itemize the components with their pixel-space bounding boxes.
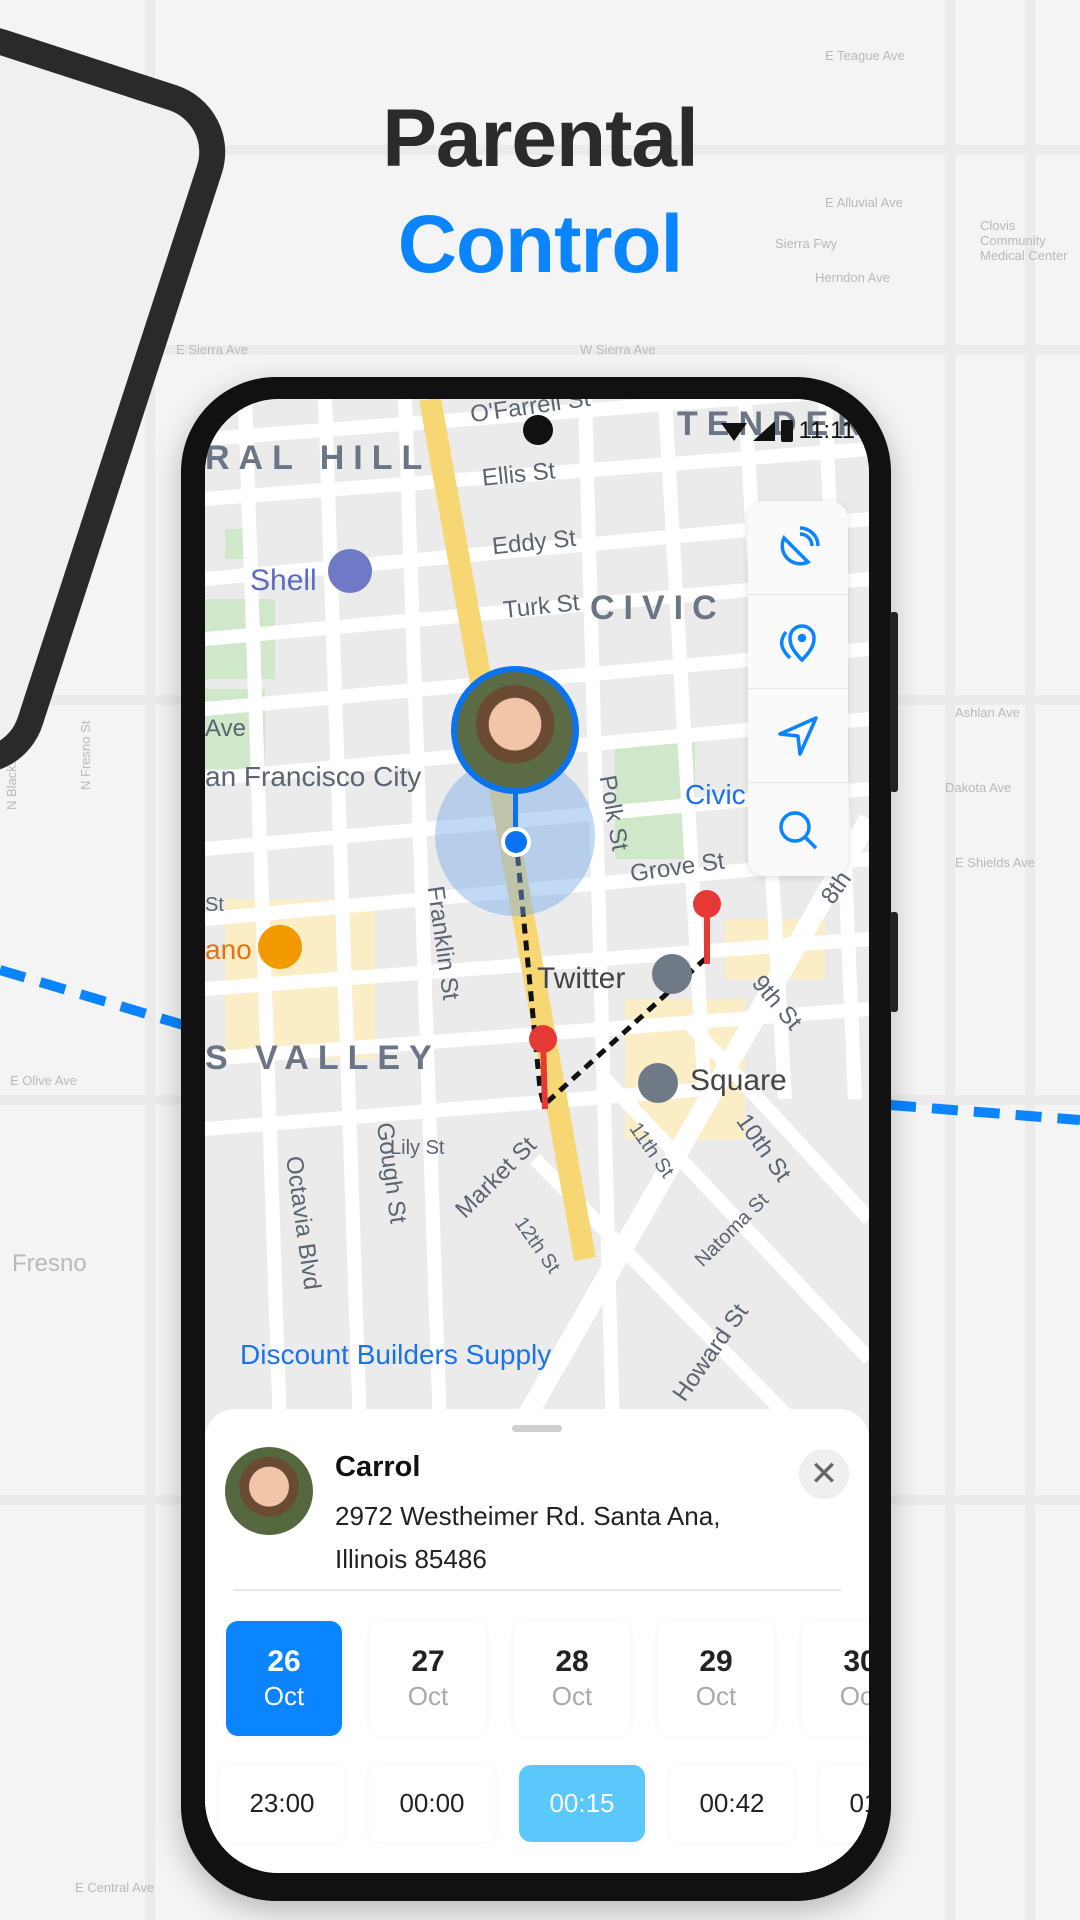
time-item[interactable]: 23:00 xyxy=(219,1765,345,1842)
bg-label: E Teague Ave xyxy=(825,48,905,63)
bg-label: N Fresno St xyxy=(78,720,93,790)
restaurant-marker-icon xyxy=(258,925,302,969)
date-month: Oct xyxy=(263,1681,305,1711)
child-address: 2972 Westheimer Rd. Santa Ana, Illinois … xyxy=(335,1501,721,1574)
place-label: St xyxy=(205,894,224,916)
date-day: 30 xyxy=(843,1645,869,1678)
date-month: Oct xyxy=(839,1681,869,1711)
time-item[interactable]: 00:15 xyxy=(519,1765,645,1842)
date-item[interactable]: 27 Oct xyxy=(370,1621,486,1736)
place-label: an Francisco City xyxy=(205,761,422,792)
wifi-icon xyxy=(720,423,747,441)
date-item[interactable]: 30Oct xyxy=(802,1621,869,1736)
bg-label: Fresno xyxy=(12,1250,87,1277)
phone-screen: RAL HILL CIVIC S VALLEY TENDER O'Farrell… xyxy=(205,399,869,1873)
date-month: Oct xyxy=(551,1681,593,1711)
close-button[interactable]: ✕ xyxy=(799,1449,849,1499)
volume-button xyxy=(890,612,898,792)
signal-icon xyxy=(752,421,775,441)
time-item[interactable]: 00:00 xyxy=(369,1765,495,1842)
status-bar: 11:11 xyxy=(720,417,856,445)
bg-label: E Olive Ave xyxy=(10,1073,77,1088)
date-item[interactable]: 26 Oct xyxy=(226,1621,342,1736)
date-day: 26 xyxy=(267,1645,301,1678)
place-label: Twitter xyxy=(537,962,626,995)
navigate-button[interactable] xyxy=(748,689,848,783)
search-button[interactable] xyxy=(748,783,848,876)
date-picker: 26Oct 27Oct 28Oct 29Oct 30Oct xyxy=(226,1621,869,1736)
drag-handle[interactable] xyxy=(512,1425,562,1432)
power-button xyxy=(890,912,898,1012)
date-item[interactable]: 28 Oct xyxy=(514,1621,630,1736)
date-day: 29 xyxy=(699,1645,733,1678)
battery-icon xyxy=(780,420,793,442)
time-picker: 23:00 00:00 00:15 00:42 01:00 xyxy=(219,1765,869,1842)
status-time: 11:11 xyxy=(798,417,856,444)
geofence-button[interactable] xyxy=(748,595,848,689)
divider xyxy=(233,1589,841,1591)
bottom-sheet: Carrol 2972 Westheimer Rd. Santa Ana, Il… xyxy=(205,1409,869,1873)
phone-frame: RAL HILL CIVIC S VALLEY TENDER O'Farrell… xyxy=(181,377,898,1901)
date-day: 27 xyxy=(411,1645,445,1678)
date-item[interactable]: 29 Oct xyxy=(658,1621,774,1736)
date-month: Oct xyxy=(407,1681,449,1711)
avatar xyxy=(225,1447,313,1535)
bg-label: E Shields Ave xyxy=(955,855,1035,870)
navigation-arrow-icon xyxy=(778,715,818,756)
bg-label: E Sierra Ave xyxy=(176,342,249,357)
street-label: Lily St xyxy=(390,1137,445,1159)
headline-line2: Control xyxy=(397,199,683,290)
child-name: Carrol xyxy=(335,1451,421,1483)
place-label: Shell xyxy=(250,564,317,597)
child-location-avatar[interactable] xyxy=(451,666,579,794)
place-label: Discount Builders Supply xyxy=(240,1339,552,1370)
fuel-marker-icon xyxy=(328,549,372,593)
map-district: CIVIC xyxy=(590,589,726,627)
search-icon xyxy=(779,810,818,849)
date-month: Oct xyxy=(695,1681,737,1711)
map-district: S VALLEY xyxy=(205,1039,441,1077)
headline-line1: Parental xyxy=(382,93,699,184)
place-label: ano xyxy=(205,934,252,965)
time-item[interactable]: 00:42 xyxy=(669,1765,795,1842)
bg-label: Ashlan Ave xyxy=(955,705,1020,720)
satellite-dish-icon xyxy=(780,525,820,565)
geofence-pin-icon xyxy=(779,623,816,662)
current-location-dot xyxy=(501,827,531,857)
close-icon: ✕ xyxy=(809,1455,839,1493)
bg-label: Dakota Ave xyxy=(945,780,1012,795)
bg-label: W Sierra Ave xyxy=(580,342,656,357)
date-day: 28 xyxy=(555,1645,589,1678)
time-item[interactable]: 01:00 xyxy=(819,1765,869,1842)
place-label: Square xyxy=(690,1064,787,1097)
front-camera xyxy=(523,415,553,445)
satellite-view-button[interactable] xyxy=(748,501,848,595)
map-controls xyxy=(748,501,848,876)
bg-label: E Central Ave xyxy=(75,1880,155,1895)
map-district: RAL HILL xyxy=(205,439,432,477)
street-label: Ave xyxy=(205,715,246,742)
